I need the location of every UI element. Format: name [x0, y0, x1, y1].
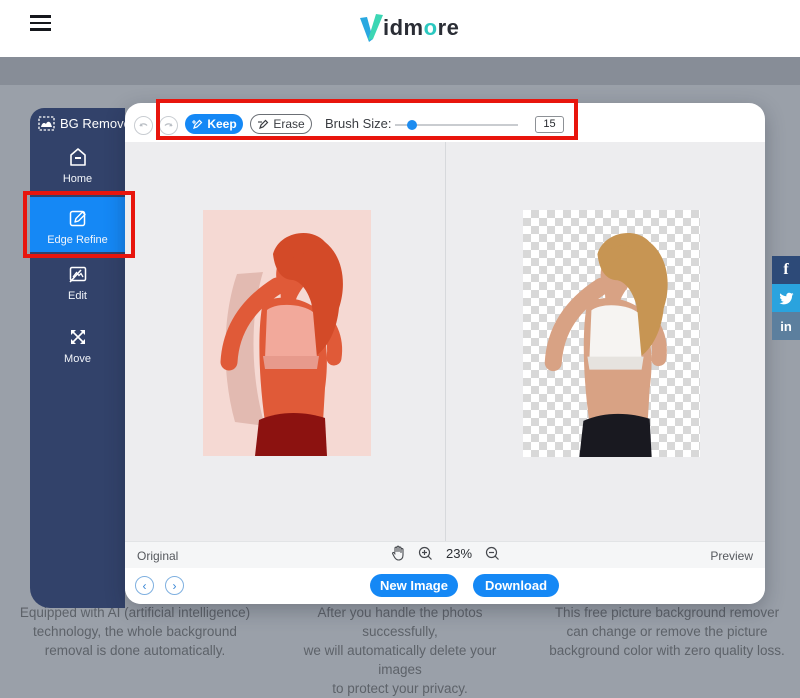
- canvas-divider: [445, 142, 446, 541]
- canvas-status-bar: Original 23%: [125, 541, 765, 568]
- zoom-out-icon[interactable]: [485, 546, 500, 561]
- vidmore-logo[interactable]: idmore: [357, 9, 459, 47]
- bg-remover-icon: [38, 116, 55, 131]
- keep-brush-icon: [191, 119, 203, 130]
- sidebar-item-label: Home: [30, 173, 125, 185]
- brush-size-value[interactable]: 15: [535, 116, 564, 133]
- vidmore-v-icon: [357, 13, 385, 43]
- editor-toolbar: Keep Erase Brush Size: 15: [125, 103, 765, 142]
- linkedin-icon: in: [780, 319, 792, 334]
- info-column-ai: Equipped with AI (artificial intelligenc…: [15, 603, 255, 660]
- sidebar-item-move[interactable]: Move: [30, 326, 125, 374]
- redo-button[interactable]: [159, 116, 178, 135]
- brush-size-slider[interactable]: [395, 124, 518, 126]
- sidebar-item-label: Edit: [30, 290, 125, 302]
- preview-image-figure: [523, 210, 700, 457]
- page-overlay-band: [0, 57, 800, 85]
- new-image-button[interactable]: New Image: [370, 574, 458, 597]
- twitter-icon: [779, 292, 794, 305]
- original-pane-label: Original: [137, 549, 178, 563]
- undo-icon: [138, 121, 149, 131]
- linkedin-share-button[interactable]: in: [772, 312, 800, 340]
- sidebar-item-label: Edge Refine: [30, 234, 125, 246]
- download-button[interactable]: Download: [473, 574, 559, 597]
- social-share-bar: f in: [772, 256, 800, 340]
- keep-button-label: Keep: [207, 117, 236, 131]
- home-icon: [67, 146, 89, 168]
- sidebar-item-edit[interactable]: Edit: [30, 263, 125, 311]
- preview-image[interactable]: [523, 210, 700, 457]
- twitter-share-button[interactable]: [772, 284, 800, 312]
- move-icon: [67, 326, 89, 348]
- info-column-privacy: After you handle the photos successfully…: [280, 603, 520, 698]
- info-column-quality: This free picture background remover can…: [547, 603, 787, 660]
- sidebar-item-home[interactable]: Home: [30, 144, 125, 192]
- redo-icon: [163, 121, 174, 131]
- erase-button-label: Erase: [273, 117, 304, 131]
- erase-brush-icon: [257, 119, 269, 130]
- editor-canvas: [125, 142, 765, 541]
- hamburger-menu-icon[interactable]: [30, 15, 51, 31]
- facebook-share-button[interactable]: f: [772, 256, 800, 284]
- pan-hand-icon[interactable]: [391, 545, 405, 561]
- sidebar-title: BG Remover: [38, 116, 135, 131]
- preview-pane-label: Preview: [710, 549, 753, 563]
- brush-size-slider-handle[interactable]: [407, 120, 417, 130]
- brush-size-label: Brush Size:: [325, 116, 391, 131]
- original-image[interactable]: [203, 210, 371, 456]
- erase-button[interactable]: Erase: [250, 114, 312, 134]
- editor-action-bar: ‹ › New Image Download: [125, 568, 765, 604]
- original-image-figure: [203, 210, 371, 456]
- vidmore-logo-text: idmore: [383, 15, 459, 41]
- edit-icon: [67, 263, 89, 285]
- sidebar-item-edge-refine[interactable]: Edge Refine: [30, 197, 125, 252]
- edge-refine-icon: [67, 207, 89, 229]
- next-image-button[interactable]: ›: [165, 576, 184, 595]
- previous-image-button[interactable]: ‹: [135, 576, 154, 595]
- app-header: idmore: [0, 0, 800, 57]
- bg-remover-sidebar: BG Remover Home Edge Refine Edit Move: [30, 108, 125, 608]
- zoom-in-icon[interactable]: [418, 546, 433, 561]
- editor-modal: Keep Erase Brush Size: 15 Ori: [125, 103, 765, 604]
- facebook-icon: f: [783, 261, 788, 279]
- undo-button[interactable]: [134, 116, 153, 135]
- sidebar-item-label: Move: [30, 353, 125, 365]
- keep-button[interactable]: Keep: [185, 114, 243, 134]
- zoom-level: 23%: [446, 546, 472, 561]
